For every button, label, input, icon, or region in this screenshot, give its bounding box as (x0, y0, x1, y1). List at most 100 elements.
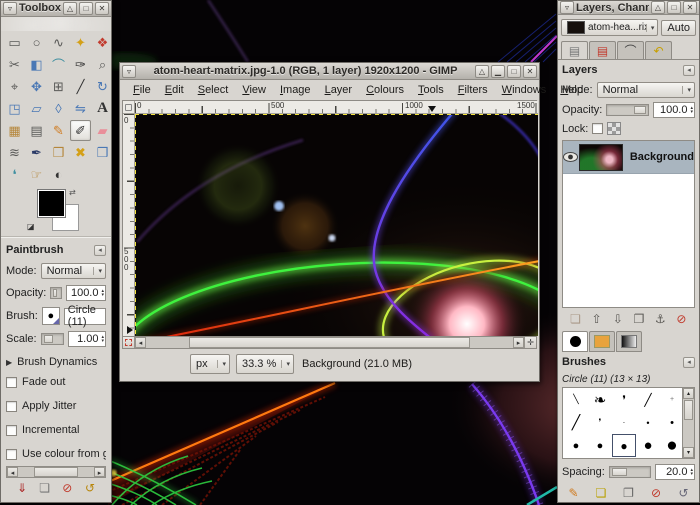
lock-pixels-checkbox[interactable] (592, 123, 603, 134)
menu-layer[interactable]: Layer (318, 82, 360, 98)
checkbox[interactable] (6, 425, 17, 436)
tool-airbrush[interactable]: ≋ (4, 142, 25, 163)
scroll-thumb[interactable] (34, 467, 78, 477)
maximize-icon[interactable]: □ (667, 1, 681, 14)
brush-dynamics-expander[interactable]: ▶ Brush Dynamics (6, 356, 106, 368)
menu-view[interactable]: View (235, 82, 273, 98)
brush-swatch[interactable]: • (636, 411, 660, 434)
scale-spinner[interactable]: 1.00 ▴▾ (68, 331, 106, 347)
checkbox[interactable] (6, 449, 17, 460)
image-selector[interactable]: atom-hea...rix.jpg-1 ▾ (561, 19, 658, 36)
tool-dodge-burn[interactable]: ◐ (48, 164, 69, 185)
tool-zoom[interactable]: ⌕ (92, 54, 113, 75)
brushes-tab[interactable] (562, 331, 588, 352)
menu-windows[interactable]: Windows (495, 82, 554, 98)
shade-icon[interactable]: △ (475, 65, 489, 78)
image-window-titlebar[interactable]: ▿ atom-heart-matrix.jpg-1.0 (RGB, 1 laye… (120, 63, 539, 80)
visibility-toggle[interactable] (563, 152, 579, 162)
brush-swatch[interactable]: ● (564, 457, 588, 459)
tool-bucket-fill[interactable]: ▦ (4, 120, 25, 141)
window-menu-icon[interactable]: ▿ (3, 2, 17, 15)
delete-layer-icon[interactable]: ⊘ (672, 312, 691, 326)
spacing-slider[interactable] (609, 466, 651, 478)
spin-down-icon[interactable]: ▾ (690, 472, 693, 476)
tool-blur-sharpen[interactable]: ❛ (4, 164, 25, 185)
brush-swatch[interactable]: ╱ (636, 388, 660, 411)
shade-icon[interactable]: △ (63, 2, 77, 15)
toolbox-titlebar[interactable]: ▿ Toolbox △ □ ✕ (1, 1, 111, 17)
use-colour-from-gradient-option[interactable]: Use colour from gradient (6, 448, 106, 460)
spacing-spinner[interactable]: 20.0 ▴▾ (655, 464, 695, 480)
tool-align[interactable]: ⊞ (48, 76, 69, 97)
paths-tab[interactable]: ⌒ (617, 41, 644, 59)
scroll-left-icon[interactable]: ◂ (7, 467, 18, 477)
tool-measure[interactable]: ⌖ (4, 76, 25, 97)
new-layer-icon[interactable]: ❏ (566, 312, 585, 326)
menu-filters[interactable]: Filters (451, 82, 495, 98)
scroll-thumb[interactable] (189, 337, 469, 348)
tool-color-picker[interactable]: ✑ (70, 54, 91, 75)
menu-select[interactable]: Select (191, 82, 236, 98)
panel-collapse-icon[interactable]: ◂ (94, 245, 106, 256)
tool-foreground-select[interactable]: ◧ (26, 54, 47, 75)
close-icon[interactable]: ✕ (95, 2, 109, 15)
tool-pencil[interactable]: ✎ (48, 120, 69, 141)
fade-out-option[interactable]: Fade out (6, 376, 106, 388)
scroll-up-icon[interactable]: ▴ (683, 388, 694, 399)
scroll-right-icon[interactable]: ▸ (513, 337, 524, 348)
tool-rect-select[interactable]: ▭ (4, 32, 25, 53)
brush-swatch[interactable]: ╲ (564, 388, 588, 411)
horizontal-ruler[interactable]: 0 500 1000 1500 (135, 101, 538, 114)
undo-history-tab[interactable]: ↶ (645, 41, 672, 59)
layers-tab[interactable]: ▤ (561, 41, 588, 59)
restore-options-icon[interactable]: ❏ (35, 481, 55, 495)
tool-select-by-color[interactable]: ❖ (92, 32, 113, 53)
layer-row-background[interactable]: Background (563, 141, 694, 174)
close-icon[interactable]: ✕ (523, 65, 537, 78)
lock-alpha-icon[interactable] (607, 122, 621, 135)
tool-fuzzy-select[interactable]: ✦ (70, 32, 91, 53)
window-menu-icon[interactable]: ▿ (122, 65, 136, 78)
spin-down-icon[interactable]: ▾ (690, 110, 693, 114)
paint-mode-select[interactable]: Normal ▾ (41, 263, 106, 279)
spin-down-icon[interactable]: ▾ (101, 293, 104, 297)
tool-heal[interactable]: ✖ (70, 142, 91, 163)
navigation-button[interactable]: ✛ (524, 337, 536, 348)
swap-colors-icon[interactable]: ⇄ (69, 188, 76, 197)
delete-options-icon[interactable]: ⊘ (57, 481, 77, 495)
brush-swatch[interactable]: ● (564, 434, 588, 457)
tool-rotate[interactable]: ↻ (92, 76, 113, 97)
tool-crop[interactable]: ╱ (70, 76, 91, 97)
tool-perspective-clone[interactable]: ❒ (92, 142, 113, 163)
tool-ink[interactable]: ✒ (26, 142, 47, 163)
tool-shear[interactable]: ▱ (26, 98, 47, 119)
window-menu-icon[interactable]: ▿ (560, 1, 574, 14)
menu-help[interactable]: Help (553, 82, 590, 98)
scale-slider[interactable] (41, 333, 64, 345)
brush-preview[interactable]: ● (42, 307, 60, 325)
menu-file[interactable]: File (126, 82, 158, 98)
ruler-origin-button[interactable] (123, 101, 135, 114)
tool-text[interactable]: A (92, 98, 113, 119)
brush-swatch[interactable]: ● (588, 434, 612, 457)
save-options-icon[interactable]: ⇓ (12, 481, 32, 495)
patterns-tab[interactable] (589, 331, 615, 352)
tool-scale[interactable]: ◳ (4, 98, 25, 119)
minimize-icon[interactable]: ▁ (491, 65, 505, 78)
brush-swatch[interactable]: ╱ (564, 411, 588, 434)
unit-select[interactable]: px ▾ (190, 354, 230, 374)
scroll-right-icon[interactable]: ▸ (94, 467, 105, 477)
layer-opacity-spinner[interactable]: 100.0 ▴▾ (653, 102, 695, 118)
duplicate-layer-icon[interactable]: ❐ (630, 312, 649, 326)
close-icon[interactable]: ✕ (683, 1, 697, 14)
menu-tools[interactable]: Tools (411, 82, 451, 98)
maximize-icon[interactable]: □ (79, 2, 93, 15)
tool-clone[interactable]: ❒ (48, 142, 69, 163)
incremental-option[interactable]: Incremental (6, 424, 106, 436)
maximize-icon[interactable]: □ (507, 65, 521, 78)
delete-brush-icon[interactable]: ⊘ (647, 486, 666, 500)
apply-jitter-option[interactable]: Apply Jitter (6, 400, 106, 412)
brush-name-field[interactable]: Circle (11) (64, 308, 106, 325)
brush-swatch[interactable]: • (660, 411, 684, 434)
checkbox[interactable] (6, 377, 17, 388)
